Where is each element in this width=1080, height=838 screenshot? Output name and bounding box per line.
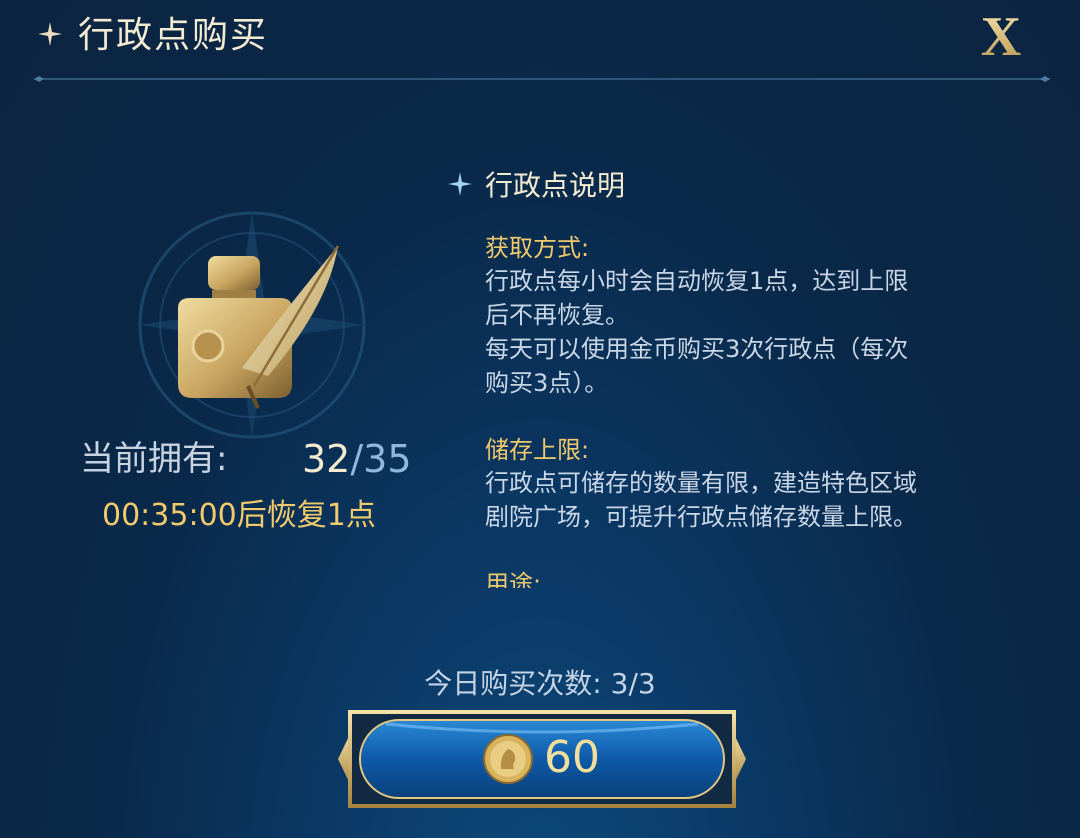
- close-button[interactable]: X: [968, 10, 1034, 60]
- sparkle-icon: [448, 172, 472, 196]
- description-line: 每天可以使用金币购买3次行政点（每次: [485, 335, 909, 363]
- close-icon: X: [981, 10, 1021, 60]
- description-title: 行政点说明: [485, 169, 626, 202]
- page-title: 行政点购买: [78, 15, 269, 56]
- inkwell-quill-icon: [178, 245, 340, 409]
- header-divider: [34, 76, 1050, 82]
- star-icon: [38, 22, 62, 46]
- description-line: 剧院广场，可提升行政点储存数量上限。: [485, 503, 917, 531]
- section-heading-usage: 用途:: [485, 570, 542, 588]
- gold-coin-icon: [483, 734, 533, 784]
- own-current: 32: [302, 437, 351, 481]
- own-max: 35: [363, 437, 412, 481]
- description-scroll[interactable]: 获取方式: 行政点每小时会自动恢复1点，达到上限 后不再恢复。 每天可以使用金币…: [485, 232, 1025, 588]
- section-heading-storage: 储存上限:: [485, 436, 590, 464]
- buy-button-frame: [338, 710, 746, 808]
- description-line: 行政点可储存的数量有限，建造特色区域: [485, 469, 917, 497]
- own-separator: /: [350, 437, 364, 481]
- title-bar: 行政点购买 X: [0, 0, 1080, 82]
- description-line: 后不再恢复。: [485, 301, 629, 329]
- description-line: 购买3点）。: [485, 369, 609, 397]
- description-line: 行政点每小时会自动恢复1点，达到上限: [485, 267, 909, 295]
- price-label: 60: [544, 732, 600, 783]
- own-count: 32/35: [302, 436, 412, 482]
- daily-purchase-count: 今日购买次数: 3/3: [424, 667, 656, 700]
- own-label: 当前拥有:: [80, 439, 228, 479]
- recover-timer: 00:35:00后恢复1点: [102, 498, 376, 533]
- buy-button[interactable]: 60: [336, 706, 748, 812]
- section-heading-acquire: 获取方式:: [485, 234, 590, 262]
